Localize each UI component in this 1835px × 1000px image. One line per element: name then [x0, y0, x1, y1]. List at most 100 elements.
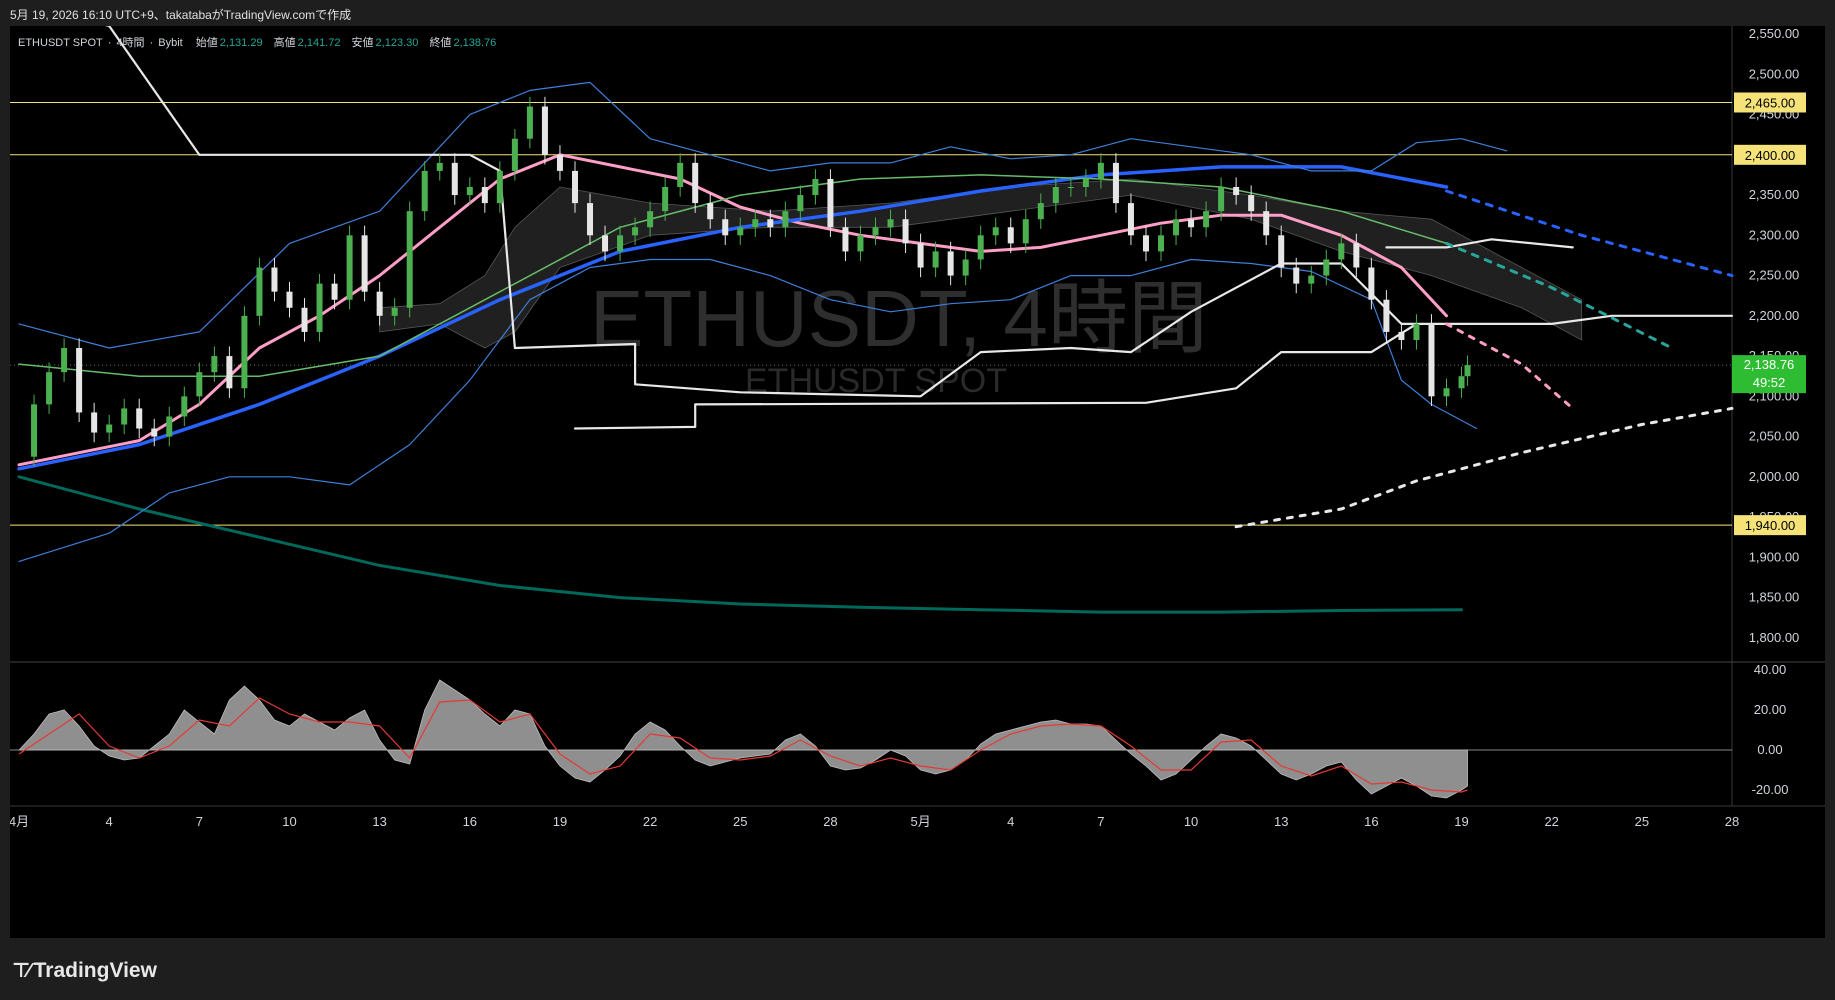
candle-body	[887, 219, 894, 228]
candle-body	[782, 211, 789, 228]
candle-body	[1413, 323, 1420, 340]
candle-body	[391, 307, 398, 316]
candle-body	[752, 219, 759, 228]
candle-body	[662, 187, 669, 212]
series-line-forecast_white-12	[1234, 406, 1734, 529]
candle-body	[602, 235, 609, 252]
candle-body	[106, 424, 113, 433]
price-tick-label: 2,500.00	[1749, 66, 1800, 81]
time-tick-label: 7	[1097, 814, 1104, 829]
time-tick-label: 28	[823, 814, 837, 829]
candle-body	[556, 154, 563, 171]
legend-interval: 4時間	[116, 37, 145, 49]
candle-body	[1188, 219, 1195, 228]
candle-body	[1308, 275, 1315, 284]
candle-body	[1428, 323, 1435, 397]
candle-body	[361, 235, 368, 292]
candle-body	[917, 243, 924, 268]
candle-body	[376, 291, 383, 316]
candle-body	[286, 291, 293, 308]
candle-body	[1067, 187, 1074, 189]
candle-body	[406, 211, 413, 308]
candle-body	[707, 203, 714, 220]
candle-body	[91, 412, 98, 433]
candle-body	[496, 170, 503, 204]
candle-body	[181, 396, 188, 417]
candle-body	[1022, 219, 1029, 244]
candle-body	[1052, 187, 1059, 204]
candle-body	[1082, 178, 1089, 188]
candle-body	[842, 227, 849, 252]
candle-body	[632, 227, 639, 236]
candle-body	[992, 227, 999, 236]
chart-area[interactable]: ETHUSDT, 4時間 ETHUSDT SPOT 2,550.00 2,500.…	[9, 0, 1825, 938]
chart-frame: 5月 19, 2026 16:10 UTC+9、takatabaがTrading…	[0, 0, 1835, 1000]
candle-body	[241, 315, 248, 389]
candle-body	[136, 408, 143, 429]
time-tick-label: 25	[733, 814, 747, 829]
osc-tick-label: 20.00	[1754, 702, 1787, 717]
legend-close: 2,138.76	[453, 37, 497, 49]
legend-open-label: 始値	[195, 37, 218, 49]
legend-open: 2,131.29	[219, 37, 263, 49]
time-tick-label: 4	[106, 814, 113, 829]
candle-body	[1263, 211, 1270, 236]
time-tick-label: 13	[372, 814, 386, 829]
legend-high-label: 高値	[273, 37, 296, 49]
time-tick-label: 22	[643, 814, 657, 829]
candle-body	[571, 170, 578, 204]
candle-body	[151, 428, 158, 437]
legend-low: 2,123.30	[375, 37, 419, 49]
watermark-main: ETHUSDT, 4時間	[590, 274, 1208, 363]
time-tick-label: 4	[1007, 814, 1014, 829]
time-tick-label: 25	[1635, 814, 1649, 829]
tradingview-logo-icon: ⊤⁄	[12, 960, 31, 982]
candle-body	[121, 408, 128, 425]
chart-svg[interactable]: ETHUSDT, 4時間 ETHUSDT SPOT 2,550.00 2,500.…	[9, 0, 1825, 938]
candle-body	[1464, 365, 1471, 377]
candle-body	[932, 251, 939, 268]
candle-body	[1383, 299, 1390, 332]
candle-body	[872, 227, 879, 236]
candle-body	[977, 235, 984, 260]
candle-body	[857, 235, 864, 252]
candle-body	[797, 195, 804, 212]
candle-body	[827, 178, 834, 228]
level-tag-label: 2,400.00	[1745, 148, 1796, 163]
price-tick-label: 2,200.00	[1749, 308, 1800, 323]
time-tick-label: 7	[196, 814, 203, 829]
level-tag-label: 2,465.00	[1745, 95, 1796, 110]
price-tick-label: 2,550.00	[1749, 26, 1800, 41]
series-line-ema_slow-3	[17, 475, 1463, 614]
candle-body	[331, 283, 338, 300]
candle-body	[812, 178, 819, 196]
snapshot-caption: 5月 19, 2026 16:10 UTC+9、takatabaがTrading…	[10, 8, 352, 22]
legend-low-label: 安値	[351, 37, 374, 49]
candle-body	[1323, 259, 1330, 276]
candle-body	[962, 259, 969, 276]
price-tick-label: 2,350.00	[1749, 187, 1800, 202]
osc-tick-label: 0.00	[1757, 742, 1782, 757]
tradingview-brand[interactable]: ⊤⁄ TradingView	[12, 958, 157, 983]
candle-body	[46, 372, 53, 405]
candle-body	[1233, 187, 1240, 196]
time-tick-label: 16	[1364, 814, 1378, 829]
candle-body	[767, 219, 774, 228]
candle-body	[256, 267, 263, 316]
time-tick-label: 22	[1544, 814, 1558, 829]
candle-body	[677, 162, 684, 188]
price-tick-label: 1,800.00	[1749, 630, 1800, 645]
candle-body	[166, 416, 173, 437]
candle-body	[301, 307, 308, 332]
time-tick-label: 4月	[10, 814, 29, 829]
price-tick-label: 2,000.00	[1749, 469, 1800, 484]
candle-body	[1248, 195, 1255, 212]
candle-body	[1142, 235, 1149, 252]
price-tick-label: 2,250.00	[1749, 268, 1800, 283]
time-axis-ticks: 4月 4 7 10 13 16 19 22 25 28 5月 4 7 10 13 16 19 22 25 28	[9, 814, 1739, 829]
candle-body	[692, 162, 699, 204]
candle-body	[1338, 243, 1345, 260]
candle-body	[617, 235, 624, 252]
candle-body	[196, 372, 203, 397]
time-tick-label: 16	[463, 814, 477, 829]
